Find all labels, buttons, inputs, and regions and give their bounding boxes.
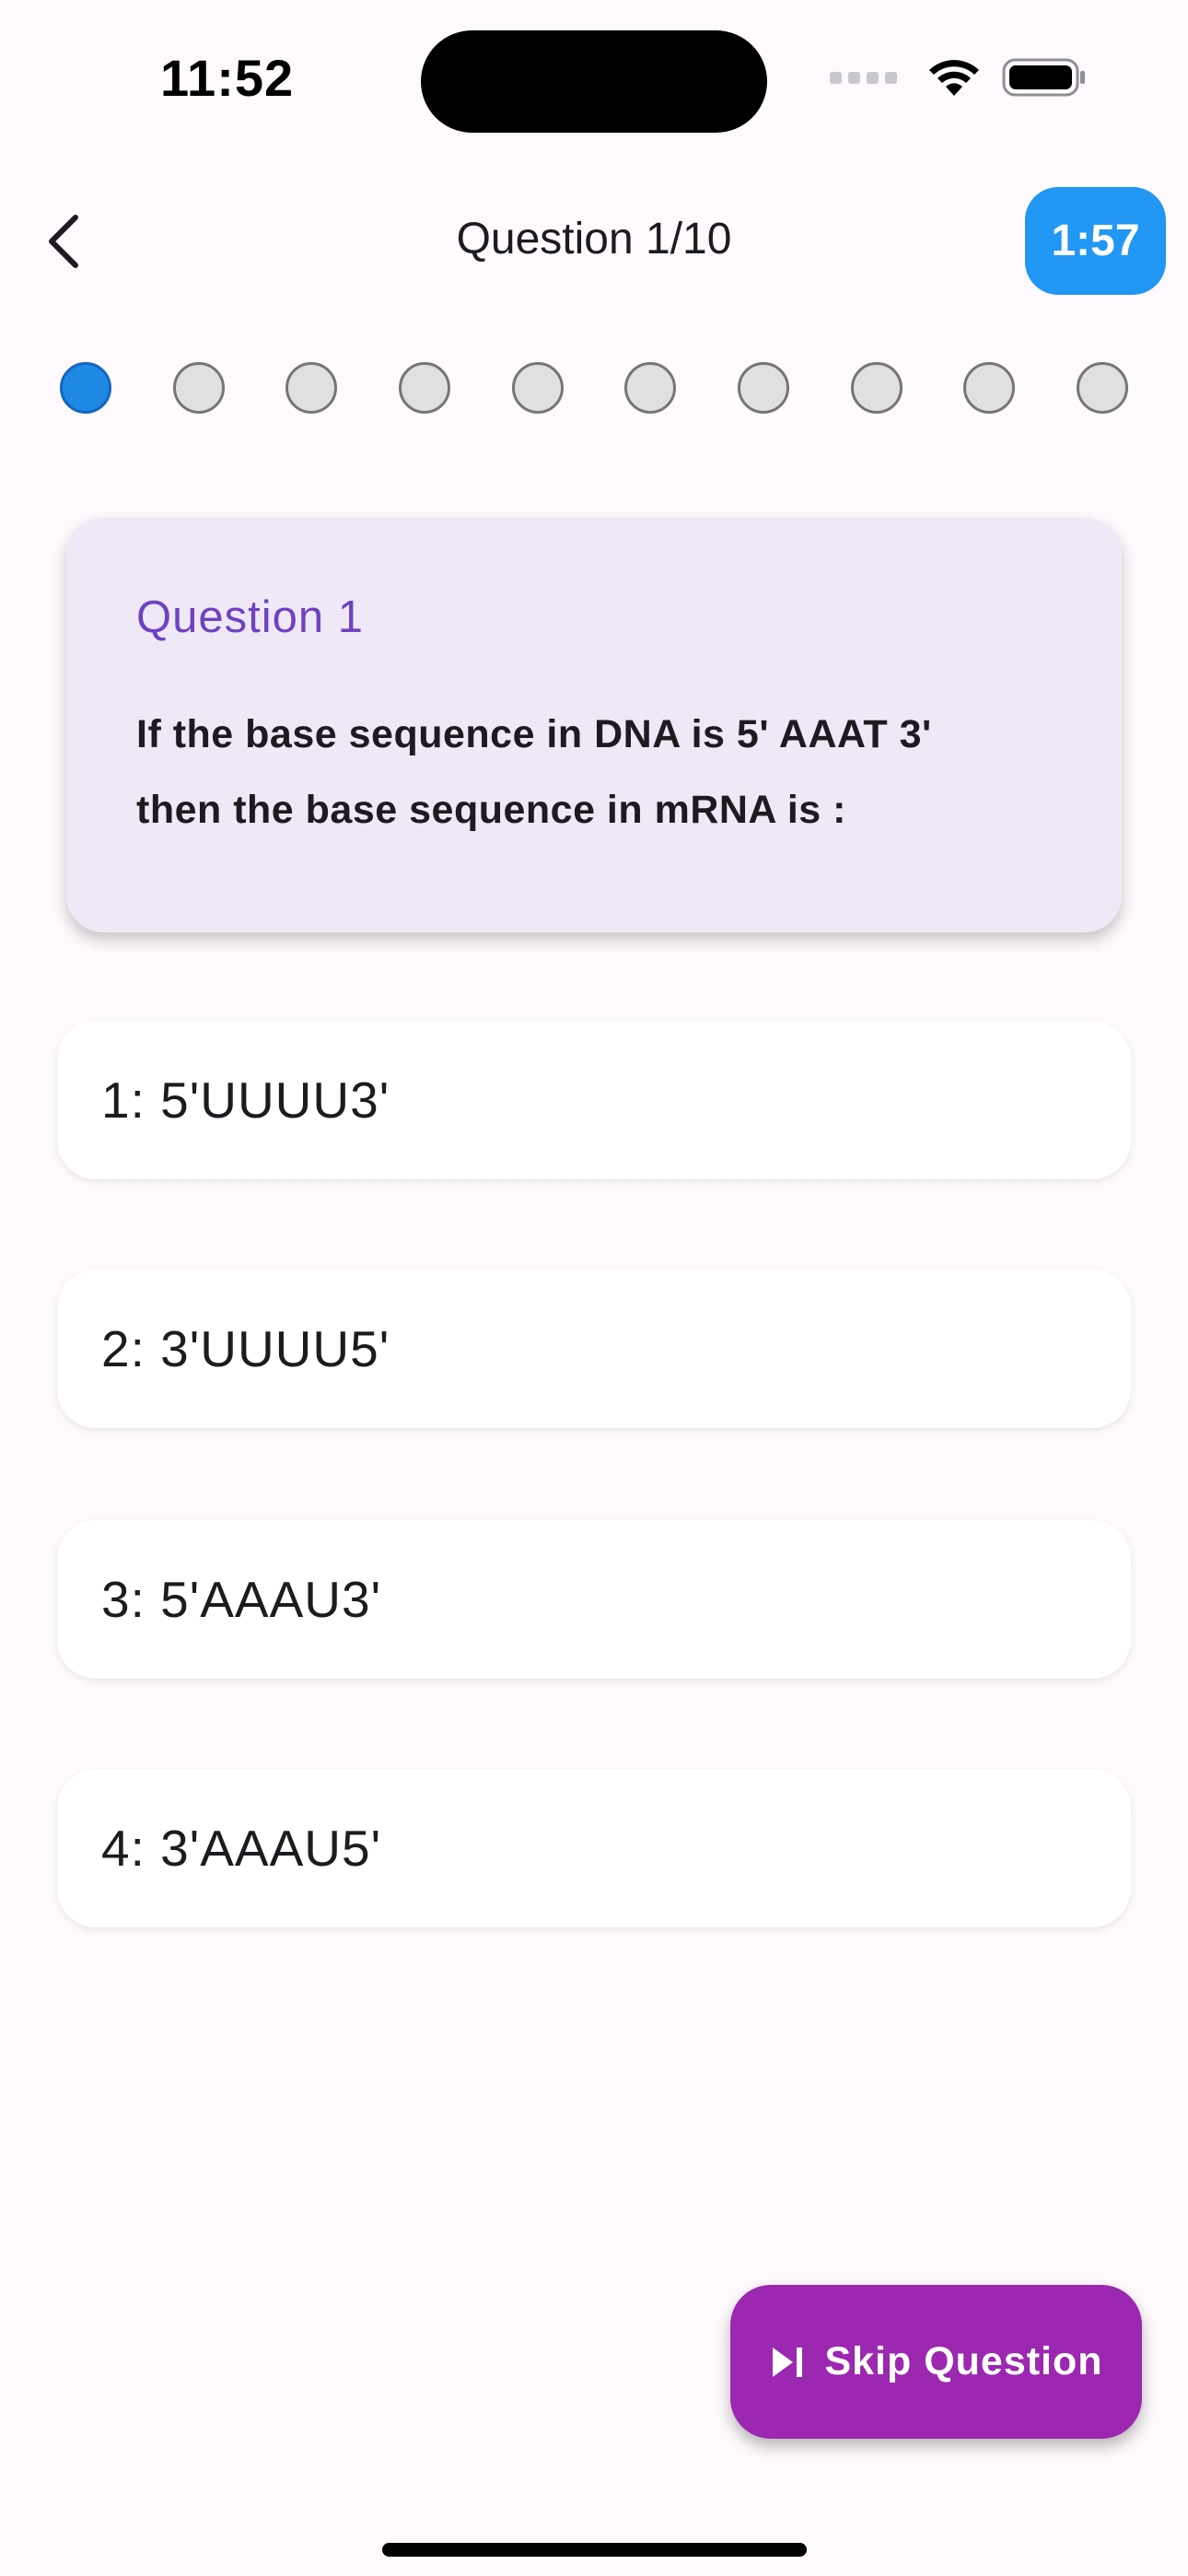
answer-option-2[interactable]: 2: 3'UUUU5': [57, 1270, 1131, 1428]
timer-badge: 1:57: [1025, 187, 1166, 295]
progress-dot-2[interactable]: [172, 362, 225, 414]
cellular-signal-icon: [830, 71, 897, 84]
dynamic-island: [421, 30, 767, 133]
wifi-icon: [929, 60, 979, 96]
page-title: Question 1/10: [456, 215, 732, 263]
progress-dot-4[interactable]: [398, 362, 450, 414]
skip-question-label: Skip Question: [824, 2339, 1103, 2383]
progress-dot-1[interactable]: [60, 362, 111, 414]
status-time: 11:52: [160, 49, 295, 107]
question-text-line-1: If the base sequence in DNA is 5' AAAT 3…: [136, 712, 932, 756]
battery-icon: [1002, 58, 1085, 97]
answer-option-4[interactable]: 4: 3'AAAU5': [57, 1769, 1131, 1927]
question-progress-dots: [60, 362, 1128, 414]
question-label: Question 1: [136, 592, 364, 642]
answer-option-label: 2: 3'UUUU5': [101, 1320, 390, 1377]
progress-dot-9[interactable]: [963, 362, 1016, 414]
question-text-line-2: then the base sequence in mRNA is :: [136, 788, 846, 832]
skip-next-icon: [773, 2347, 803, 2377]
question-card: Question 1 If the base sequence in DNA i…: [66, 518, 1122, 932]
skip-question-button[interactable]: Skip Question: [730, 2285, 1142, 2439]
home-indicator[interactable]: [382, 2543, 807, 2557]
progress-dot-5[interactable]: [511, 362, 564, 414]
answer-option-3[interactable]: 3: 5'AAAU3': [57, 1520, 1131, 1679]
progress-dot-6[interactable]: [624, 362, 677, 414]
status-icons: [830, 57, 1087, 98]
answer-option-1[interactable]: 1: 5'UUUU3': [57, 1021, 1131, 1179]
progress-dot-8[interactable]: [850, 362, 903, 414]
progress-dot-3[interactable]: [285, 362, 338, 414]
answer-option-label: 3: 5'AAAU3': [101, 1571, 382, 1628]
answer-option-label: 4: 3'AAAU5': [101, 1820, 382, 1877]
progress-dot-7[interactable]: [737, 362, 789, 414]
answer-option-label: 1: 5'UUUU3': [101, 1071, 390, 1129]
progress-dot-10[interactable]: [1076, 362, 1128, 414]
question-text: If the base sequence in DNA is 5' AAAT 3…: [136, 697, 1052, 848]
